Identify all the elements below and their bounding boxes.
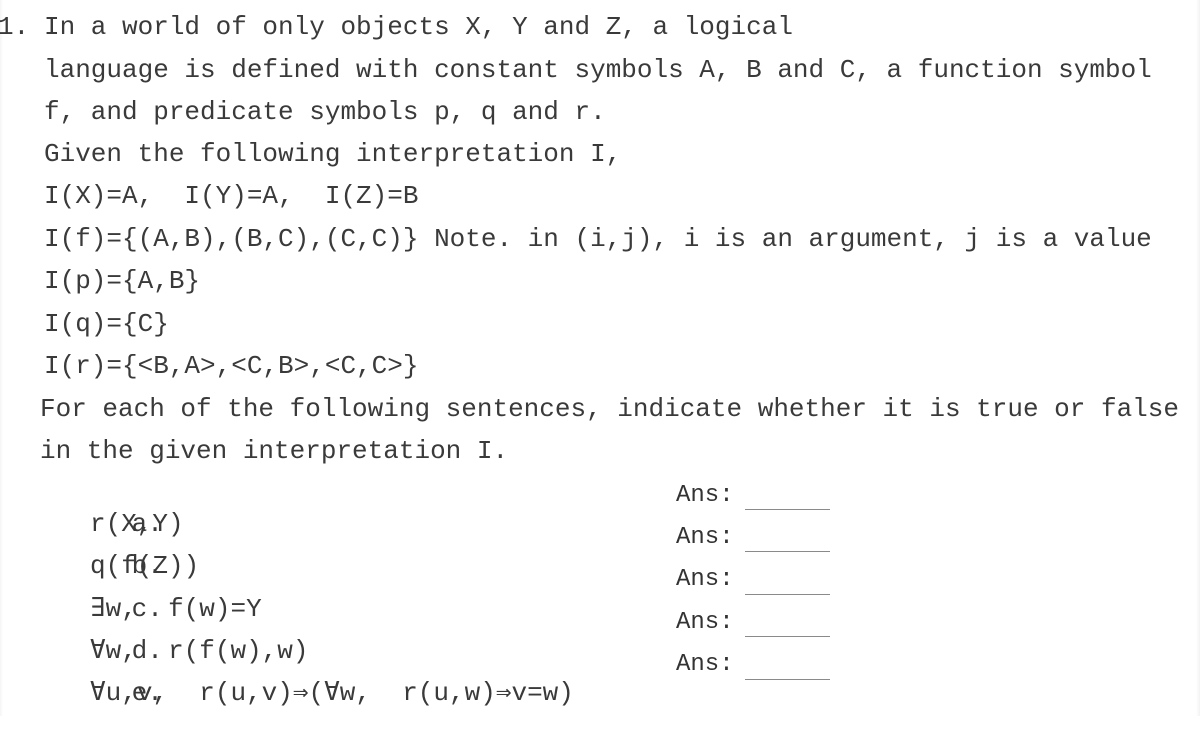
- exam-page: 1. In a world of only objects X, Y and Z…: [0, 0, 1200, 716]
- intro-line-3: f, and predicate symbols p, q and r.: [44, 97, 606, 127]
- answer-label-e: Ans:: [676, 651, 734, 678]
- page-right-edge-shadow: [1196, 0, 1200, 716]
- interpretation-function: I(f)={(A,B),(B,C),(C,C)} Note. in (i,j),…: [44, 224, 1152, 254]
- item-formula: ∀u,v, r(u,v)⇒(∀w, r(u,w)⇒v=w): [90, 678, 574, 708]
- question-number: 1.: [0, 12, 30, 42]
- answer-label-d: Ans:: [676, 609, 734, 636]
- interpretation-predicate-p: I(p)={A,B}: [44, 266, 201, 296]
- answer-blank-a[interactable]: [745, 509, 830, 510]
- interpretation-predicate-q: I(q)={C}: [44, 309, 169, 339]
- intro-line-2: language is defined with constant symbol…: [44, 55, 1152, 85]
- instruction-line-2: in the given interpretation I.: [40, 436, 509, 466]
- intro-line-1: In a world of only objects X, Y and Z, a…: [44, 12, 793, 42]
- answer-blank-c[interactable]: [745, 594, 830, 595]
- answer-label-c: Ans:: [676, 566, 734, 593]
- instruction-line-1: For each of the following sentences, ind…: [40, 394, 1179, 424]
- page-left-edge-shadow: [0, 0, 3, 716]
- sentence-item-e: e. ∀u,v, r(u,v)⇒(∀w, r(u,w)⇒v=w): [38, 648, 1138, 738]
- answer-label-a: Ans:: [676, 482, 734, 509]
- answer-blank-d[interactable]: [745, 636, 830, 637]
- interpretation-constants: I(X)=A, I(Y)=A, I(Z)=B: [44, 181, 419, 211]
- answer-label-b: Ans:: [676, 524, 734, 551]
- interpretation-predicate-r: I(r)={<B,A>,<C,B>,<C,C>}: [44, 351, 419, 381]
- answer-blank-e[interactable]: [745, 679, 830, 680]
- answer-blank-b[interactable]: [745, 551, 830, 552]
- given-line: Given the following interpretation I,: [44, 139, 622, 169]
